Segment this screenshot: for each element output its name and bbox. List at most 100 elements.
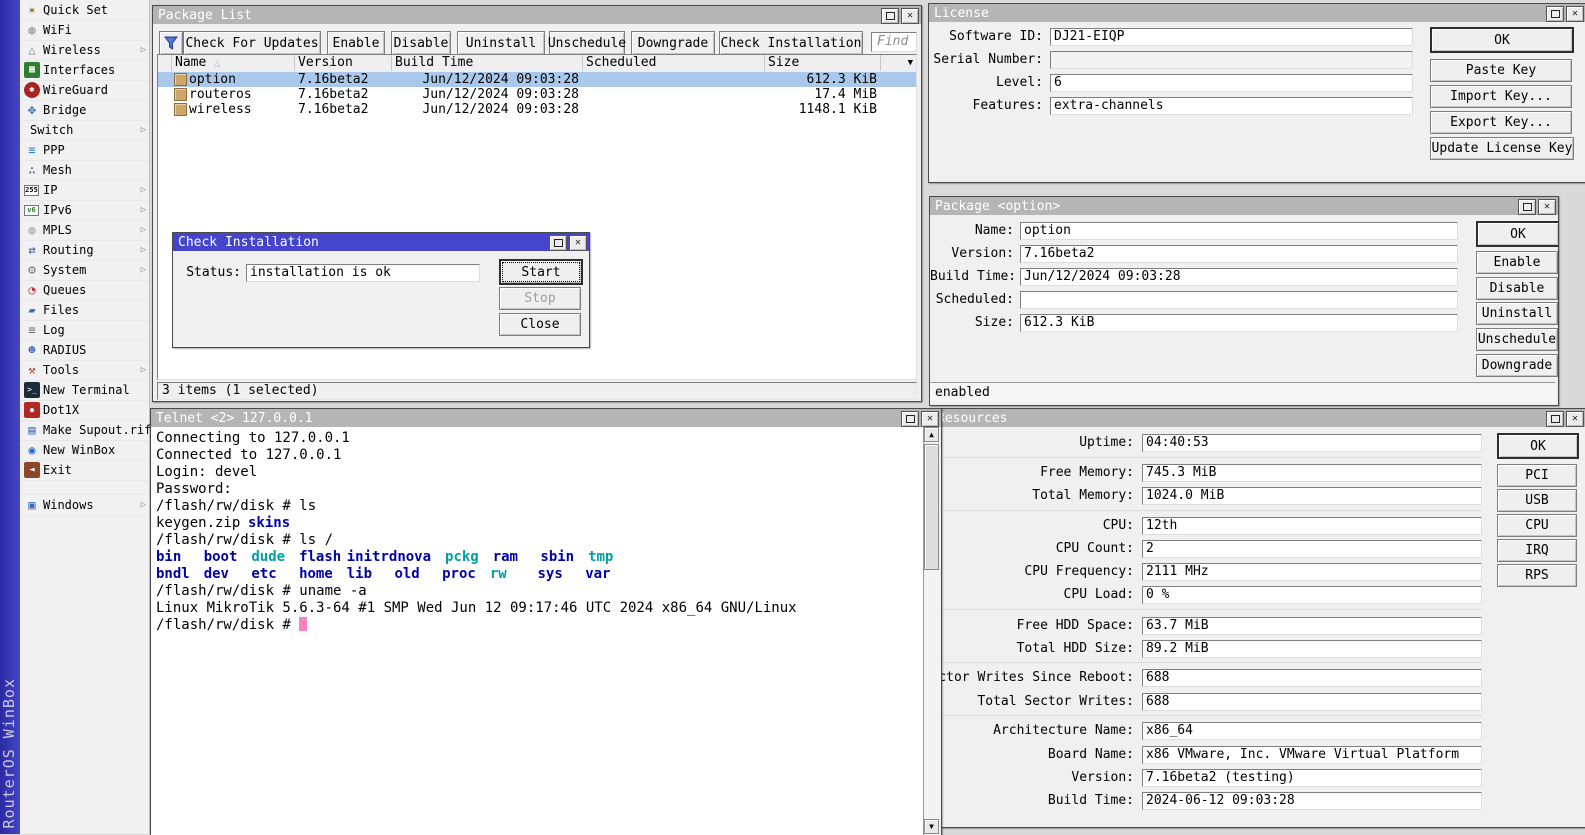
import-key-button[interactable]: Import Key... bbox=[1430, 85, 1572, 108]
sidebar-item-windows[interactable]: ▣Windows▷ bbox=[20, 494, 149, 516]
sector-writes-since-reboot-field[interactable]: 688 bbox=[1142, 669, 1482, 687]
sidebar-item-interfaces[interactable]: ▦Interfaces bbox=[20, 60, 149, 81]
enable-button[interactable]: Enable bbox=[327, 31, 385, 55]
total-hdd-size-field[interactable]: 89.2 MiB bbox=[1142, 640, 1482, 658]
version-field[interactable]: 7.16beta2 bbox=[1020, 245, 1458, 263]
close-button[interactable]: ✕ bbox=[921, 411, 939, 427]
update-license-key-button[interactable]: Update License Key bbox=[1430, 137, 1574, 160]
column-header-version[interactable]: Version bbox=[295, 55, 392, 71]
maximize-button[interactable] bbox=[1546, 6, 1564, 22]
column-header-scheduled[interactable]: Scheduled bbox=[583, 55, 765, 71]
sidebar-item-wireless[interactable]: △Wireless▷ bbox=[20, 40, 149, 61]
maximize-button[interactable] bbox=[1546, 411, 1564, 427]
cpu-field[interactable]: 12th bbox=[1142, 517, 1482, 535]
paste-key-button[interactable]: Paste Key bbox=[1430, 59, 1572, 82]
close-button[interactable]: Close bbox=[499, 313, 581, 336]
sidebar-item-ip[interactable]: 255IP▷ bbox=[20, 180, 149, 201]
features-field[interactable]: extra-channels bbox=[1050, 97, 1413, 115]
sidebar-item-system[interactable]: ⚙System▷ bbox=[20, 260, 149, 281]
irq-button[interactable]: IRQ bbox=[1497, 539, 1577, 562]
size-field[interactable]: 612.3 KiB bbox=[1020, 314, 1458, 332]
column-header-name[interactable]: Name △ bbox=[172, 55, 295, 71]
filter-button[interactable] bbox=[159, 31, 183, 55]
header-spacer[interactable] bbox=[158, 55, 172, 71]
start-button[interactable]: Start bbox=[499, 259, 583, 285]
ok-button[interactable]: OK bbox=[1497, 433, 1579, 459]
board-name-field[interactable]: x86 VMware, Inc. VMware Virtual Platform bbox=[1142, 746, 1482, 764]
build-time-field[interactable]: Jun/12/2024 09:03:28 bbox=[1020, 268, 1458, 286]
package-option-titlebar[interactable]: Package <option> ✕ bbox=[930, 197, 1558, 215]
cpu-load-field[interactable]: 0 % bbox=[1142, 586, 1482, 604]
close-button[interactable]: ✕ bbox=[569, 235, 587, 251]
sidebar-item-new-terminal[interactable]: >_New Terminal bbox=[20, 380, 149, 401]
sidebar-item-switch[interactable]: Switch▷ bbox=[20, 120, 149, 141]
column-header-size[interactable]: Size bbox=[765, 55, 881, 71]
uptime-field[interactable]: 04:40:53 bbox=[1142, 434, 1482, 452]
sidebar-item-ppp[interactable]: ≡PPP bbox=[20, 140, 149, 161]
maximize-button[interactable] bbox=[901, 411, 919, 427]
cpu-button[interactable]: CPU bbox=[1497, 514, 1577, 537]
close-button[interactable]: ✕ bbox=[1566, 411, 1584, 427]
unschedule-button[interactable]: Unschedule bbox=[549, 31, 625, 55]
check-installation-button[interactable]: Check Installation bbox=[719, 31, 863, 55]
total-sector-writes-field[interactable]: 688 bbox=[1142, 693, 1482, 711]
export-key-button[interactable]: Export Key... bbox=[1430, 111, 1572, 134]
column-chooser-dropdown[interactable]: ▼ bbox=[881, 55, 916, 71]
table-row-wireless[interactable]: wireless 7.16beta2 Jun/12/2024 09:03:28 … bbox=[158, 102, 916, 117]
sidebar-item-new-winbox[interactable]: ◉New WinBox bbox=[20, 440, 149, 461]
pci-button[interactable]: PCI bbox=[1497, 464, 1577, 487]
sidebar-item-mesh[interactable]: ∴Mesh bbox=[20, 160, 149, 181]
scrollbar-thumb[interactable] bbox=[924, 444, 939, 570]
free-memory-field[interactable]: 745.3 MiB bbox=[1142, 464, 1482, 482]
table-row-option[interactable]: option 7.16beta2 Jun/12/2024 09:03:28 61… bbox=[158, 72, 916, 87]
scheduled-field[interactable] bbox=[1020, 291, 1458, 309]
uninstall-button[interactable]: Uninstall bbox=[457, 31, 545, 55]
maximize-button[interactable] bbox=[1518, 199, 1536, 215]
uninstall-button[interactable]: Uninstall bbox=[1476, 302, 1558, 325]
sidebar-item-radius[interactable]: ☻RADIUS bbox=[20, 340, 149, 361]
sidebar-item-bridge[interactable]: ✥Bridge bbox=[20, 100, 149, 121]
sidebar-item-make-supout[interactable]: ▤Make Supout.rif bbox=[20, 420, 149, 441]
terminal-area[interactable]: Connecting to 127.0.0.1 Connected to 127… bbox=[151, 427, 923, 835]
sidebar-item-log[interactable]: ≡Log bbox=[20, 320, 149, 341]
disable-button[interactable]: Disable bbox=[1476, 277, 1558, 300]
scroll-up-button[interactable]: ▲ bbox=[924, 427, 939, 442]
build-time-field[interactable]: 2024-06-12 09:03:28 bbox=[1142, 792, 1482, 810]
downgrade-button[interactable]: Downgrade bbox=[631, 31, 715, 55]
sidebar-item-files[interactable]: ▰Files bbox=[20, 300, 149, 321]
unschedule-button[interactable]: Unschedule bbox=[1476, 328, 1558, 351]
license-titlebar[interactable]: License ✕ bbox=[929, 4, 1585, 22]
disable-button[interactable]: Disable bbox=[391, 31, 451, 55]
package-list-titlebar[interactable]: Package List ✕ bbox=[153, 6, 921, 24]
status-field[interactable]: installation is ok bbox=[246, 264, 480, 282]
check-installation-titlebar[interactable]: Check Installation ✕ bbox=[173, 233, 589, 251]
telnet-titlebar[interactable]: Telnet <2> 127.0.0.1 ✕ bbox=[151, 409, 941, 427]
maximize-button[interactable] bbox=[549, 235, 567, 251]
sidebar-item-wifi[interactable]: ◍WiFi bbox=[20, 20, 149, 41]
free-hdd-space-field[interactable]: 63.7 MiB bbox=[1142, 617, 1482, 635]
architecture-name-field[interactable]: x86_64 bbox=[1142, 722, 1482, 740]
scroll-down-button[interactable]: ▼ bbox=[924, 819, 939, 834]
sidebar-item-dot1x[interactable]: ●Dot1X bbox=[20, 400, 149, 421]
downgrade-button[interactable]: Downgrade bbox=[1476, 354, 1558, 377]
terminal-scrollbar[interactable]: ▲ ▼ bbox=[923, 427, 940, 835]
version-field[interactable]: 7.16beta2 (testing) bbox=[1142, 769, 1482, 787]
table-row-routeros[interactable]: routeros 7.16beta2 Jun/12/2024 09:03:28 … bbox=[158, 87, 916, 102]
close-button[interactable]: ✕ bbox=[901, 8, 919, 24]
usb-button[interactable]: USB bbox=[1497, 489, 1577, 512]
cpu-count-field[interactable]: 2 bbox=[1142, 540, 1482, 558]
ok-button[interactable]: OK bbox=[1476, 221, 1559, 247]
level-field[interactable]: 6 bbox=[1050, 74, 1413, 92]
rps-button[interactable]: RPS bbox=[1497, 564, 1577, 587]
resources-titlebar[interactable]: Resources ✕ bbox=[935, 409, 1585, 427]
name-field[interactable]: option bbox=[1020, 222, 1458, 240]
maximize-button[interactable] bbox=[881, 8, 899, 24]
close-button[interactable]: ✕ bbox=[1566, 6, 1584, 22]
serial-number-field[interactable] bbox=[1050, 51, 1413, 69]
sidebar-item-routing[interactable]: ⇄Routing▷ bbox=[20, 240, 149, 261]
sidebar-item-ipv6[interactable]: v6IPv6▷ bbox=[20, 200, 149, 221]
sidebar-item-tools[interactable]: ⚒Tools▷ bbox=[20, 360, 149, 381]
column-header-build-time[interactable]: Build Time bbox=[392, 55, 583, 71]
sidebar-item-wireguard[interactable]: ✱WireGuard bbox=[20, 80, 149, 101]
software-id-field[interactable]: DJ21-EIQP bbox=[1050, 28, 1413, 46]
